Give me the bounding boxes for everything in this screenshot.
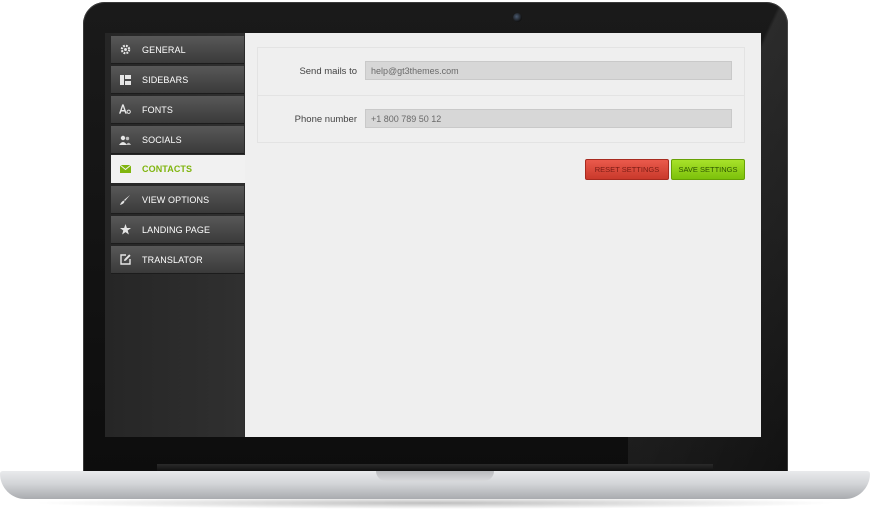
gear-icon xyxy=(119,44,131,56)
sidebar-layout-icon xyxy=(119,74,131,86)
send-mails-input[interactable] xyxy=(365,61,732,80)
send-mails-row: Send mails to xyxy=(258,48,744,95)
phone-input[interactable] xyxy=(365,109,732,128)
sidebar-item-label: CONTACTS xyxy=(142,164,193,174)
sidebar-item-label: FONTS xyxy=(142,104,173,115)
sidebar-item-label: TRANSLATOR xyxy=(142,254,203,265)
phone-row: Phone number xyxy=(258,95,744,143)
sidebar-item-label: SOCIALS xyxy=(142,134,182,145)
laptop-hinge xyxy=(157,464,713,471)
save-settings-button[interactable]: SAVE SETTINGS xyxy=(671,159,745,180)
envelope-icon xyxy=(119,163,131,175)
sidebar-item-contacts[interactable]: CONTACTS xyxy=(111,155,245,183)
reset-settings-button[interactable]: RESET SETTINGS xyxy=(585,159,669,180)
sidebar-item-sidebars[interactable]: SIDEBARS xyxy=(111,66,244,94)
sidebar-item-translator[interactable]: TRANSLATOR xyxy=(111,246,244,274)
star-icon xyxy=(119,224,131,236)
sidebar-item-landing-page[interactable]: LANDING PAGE xyxy=(111,216,244,244)
sidebar-item-socials[interactable]: SOCIALS xyxy=(111,126,244,154)
sidebar-item-fonts[interactable]: FONTS xyxy=(111,96,244,124)
phone-label: Phone number xyxy=(294,114,357,125)
sidebar-item-label: SIDEBARS xyxy=(142,74,189,85)
settings-panel: Send mails to Phone number RESET SETTING… xyxy=(245,33,761,437)
users-icon xyxy=(119,134,131,146)
sidebar: GENERAL SIDEBARS FONTS SOCIALS CONTACTS xyxy=(105,33,245,437)
contacts-form: Send mails to Phone number xyxy=(257,47,745,143)
font-icon xyxy=(119,104,131,116)
sidebar-item-label: LANDING PAGE xyxy=(142,224,211,235)
edit-icon xyxy=(119,254,131,266)
send-mails-label: Send mails to xyxy=(299,66,357,77)
sidebar-item-general[interactable]: GENERAL xyxy=(111,36,244,64)
screen: GENERAL SIDEBARS FONTS SOCIALS CONTACTS xyxy=(105,33,761,437)
sidebar-item-label: GENERAL xyxy=(142,44,186,55)
brush-icon xyxy=(119,194,131,206)
sidebar-item-view-options[interactable]: VIEW OPTIONS xyxy=(111,186,244,214)
sidebar-item-label: VIEW OPTIONS xyxy=(142,194,210,205)
laptop-notch xyxy=(376,471,494,481)
webcam xyxy=(513,13,522,22)
